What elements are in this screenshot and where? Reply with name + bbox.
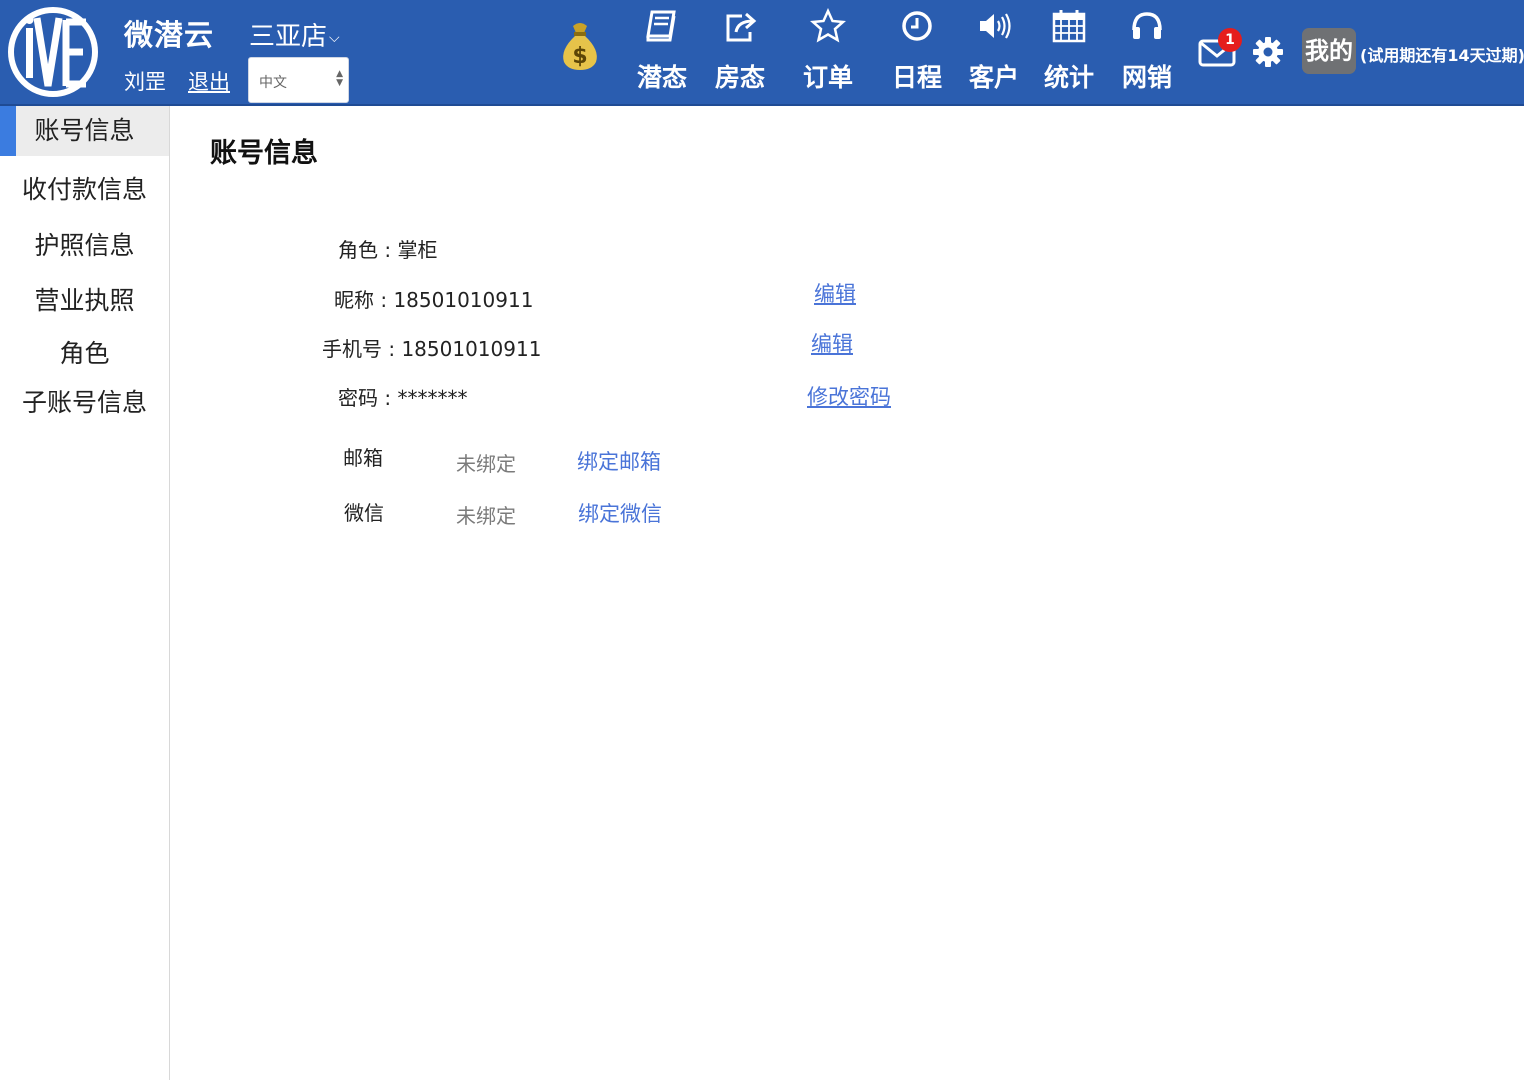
- password-info: 密码 : *******: [338, 386, 468, 410]
- nav-label: 统计: [1043, 63, 1094, 92]
- sidebar-item-label: 子账号信息: [21, 388, 147, 417]
- wechat-label: 微信: [344, 501, 384, 525]
- sidebar-item-label: 角色: [59, 339, 110, 368]
- bind-email-button[interactable]: 绑定邮箱: [577, 446, 661, 476]
- nav-label: 潜态: [636, 63, 687, 92]
- nav-kehu[interactable]: 客户: [954, 0, 1034, 104]
- sidebar-item-role[interactable]: 角色: [0, 336, 169, 372]
- money-bag-icon[interactable]: $: [560, 20, 600, 70]
- app-title: 微潜云: [124, 18, 215, 52]
- email-label: 邮箱: [343, 446, 383, 470]
- sidebar-item-payment-info[interactable]: 收付款信息: [0, 172, 169, 208]
- gear-icon[interactable]: [1252, 36, 1284, 68]
- mine-button[interactable]: 我的: [1302, 28, 1356, 74]
- nav-tongji[interactable]: 统计: [1029, 0, 1109, 104]
- wechat-status: 未绑定: [456, 504, 516, 528]
- edit-nickname-link[interactable]: 编辑: [814, 278, 856, 308]
- book-icon: [646, 10, 676, 42]
- sidebar-item-sub-accounts[interactable]: 子账号信息: [0, 385, 169, 421]
- nav-label: 日程: [891, 63, 942, 92]
- change-password-link[interactable]: 修改密码: [807, 381, 891, 411]
- store-name: 三亚店: [249, 22, 328, 52]
- email-status: 未绑定: [456, 452, 516, 476]
- sidebar-item-business-license[interactable]: 营业执照: [0, 283, 169, 319]
- store-selector[interactable]: 三亚店 ⌵: [249, 16, 340, 53]
- sidebar-item-label: 收付款信息: [21, 175, 147, 204]
- user-name: 刘罡: [124, 70, 166, 94]
- svg-text:$: $: [572, 44, 587, 69]
- sidebar-item-label: 账号信息: [34, 116, 135, 145]
- dive-logo-icon[interactable]: [6, 6, 100, 98]
- bind-wechat-button[interactable]: 绑定微信: [578, 498, 662, 528]
- nav-label: 网销: [1121, 63, 1172, 92]
- nav-label: 房态: [714, 63, 765, 92]
- nav-label: 客户: [968, 63, 1019, 92]
- chevron-down-icon: ⌵: [329, 29, 340, 46]
- top-bar: 微潜云 三亚店 ⌵ 刘罡 退出 中文 ▲ ▼ $ 潜态 房态 订单 日程 客户 …: [0, 0, 1524, 106]
- sidebar-item-passport-info[interactable]: 护照信息: [0, 228, 169, 264]
- headphones-icon: [1132, 12, 1162, 39]
- volume-icon: [980, 13, 1011, 39]
- sidebar-item-label: 营业执照: [34, 286, 135, 315]
- star-icon: [810, 8, 846, 43]
- clock-icon: [902, 11, 932, 41]
- logout-link[interactable]: 退出: [188, 66, 230, 96]
- nav-dingdan[interactable]: 订单: [788, 0, 868, 104]
- nav-label: 订单: [802, 63, 853, 92]
- sidebar-item-label: 护照信息: [34, 231, 135, 260]
- nickname-info: 昵称 : 18501010911: [334, 288, 534, 312]
- sidebar: 账号信息 收付款信息 护照信息 营业执照 角色 子账号信息: [0, 106, 170, 1080]
- calendar-icon: [1052, 10, 1086, 43]
- edit-phone-link[interactable]: 编辑: [811, 328, 853, 358]
- language-value: 中文: [259, 75, 287, 91]
- nav-qiantai[interactable]: 潜态: [622, 0, 702, 104]
- sidebar-item-account-info[interactable]: 账号信息: [0, 106, 169, 156]
- role-info: 角色 : 掌柜: [338, 238, 438, 262]
- select-arrows-icon: ▲ ▼: [336, 69, 343, 88]
- nav-richeng[interactable]: 日程: [877, 0, 957, 104]
- nav-wangxiao[interactable]: 网销: [1107, 0, 1187, 104]
- phone-info: 手机号 : 18501010911: [322, 337, 542, 361]
- share-icon: [726, 12, 757, 42]
- page-title: 账号信息: [210, 138, 318, 169]
- language-select[interactable]: 中文 ▲ ▼: [248, 57, 349, 103]
- trial-notice: (试用期还有14天过期): [1360, 46, 1524, 65]
- nav-fangtai[interactable]: 房态: [700, 0, 780, 104]
- mail-badge: 1: [1218, 28, 1242, 52]
